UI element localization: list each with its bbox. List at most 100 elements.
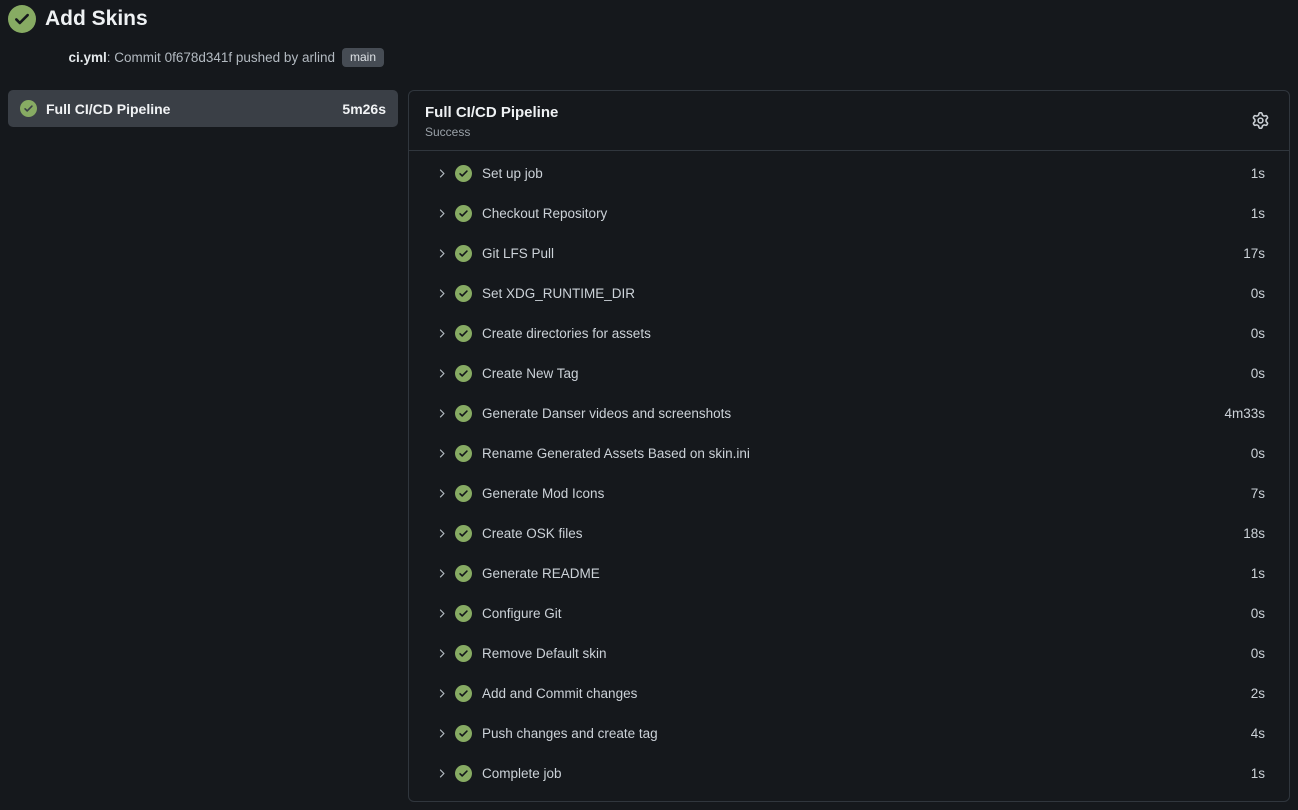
step-success-icon: [455, 645, 472, 662]
chevron-right-icon[interactable]: [435, 247, 448, 260]
run-subtitle: ci.yml: Commit 0f678d341f pushed by arli…: [46, 35, 1288, 80]
branch-badge[interactable]: main: [342, 48, 384, 67]
job-detail-header: Full CI/CD Pipeline Success: [409, 91, 1289, 151]
step-success-icon: [455, 725, 472, 742]
step-name: Create New Tag: [482, 366, 1251, 381]
step-name: Rename Generated Assets Based on skin.in…: [482, 446, 1251, 461]
step-success-icon: [455, 485, 472, 502]
commit-prefix: : Commit: [107, 50, 165, 65]
step-duration: 0s: [1251, 326, 1265, 341]
chevron-right-icon[interactable]: [435, 727, 448, 740]
step-duration: 0s: [1251, 366, 1265, 381]
job-options-button[interactable]: [1250, 110, 1271, 134]
chevron-right-icon[interactable]: [435, 567, 448, 580]
step-row[interactable]: Create OSK files 18s: [409, 513, 1289, 553]
chevron-right-icon[interactable]: [435, 367, 448, 380]
step-duration: 0s: [1251, 446, 1265, 461]
step-name: Set up job: [482, 166, 1251, 181]
commit-sha-link[interactable]: 0f678d341f: [165, 50, 233, 65]
chevron-right-icon[interactable]: [435, 527, 448, 540]
step-row[interactable]: Remove Default skin 0s: [409, 633, 1289, 673]
chevron-right-icon[interactable]: [435, 647, 448, 660]
step-row[interactable]: Configure Git 0s: [409, 593, 1289, 633]
step-duration: 18s: [1243, 526, 1265, 541]
chevron-right-icon[interactable]: [435, 767, 448, 780]
step-duration: 1s: [1251, 166, 1265, 181]
step-duration: 1s: [1251, 206, 1265, 221]
step-duration: 4m33s: [1224, 406, 1265, 421]
step-name: Remove Default skin: [482, 646, 1251, 661]
chevron-right-icon[interactable]: [435, 447, 448, 460]
steps-list: Set up job 1s Checkout Repository 1s G: [409, 151, 1289, 793]
job-detail-panel: Full CI/CD Pipeline Success Set up: [408, 90, 1290, 802]
step-row[interactable]: Complete job 1s: [409, 753, 1289, 793]
pushed-by-text: pushed by: [232, 50, 302, 65]
job-status-text: Success: [425, 125, 1250, 139]
step-success-icon: [455, 765, 472, 782]
step-row[interactable]: Generate Danser videos and screenshots 4…: [409, 393, 1289, 433]
step-name: Generate Danser videos and screenshots: [482, 406, 1224, 421]
job-duration: 5m26s: [342, 101, 386, 117]
job-success-icon: [20, 100, 37, 117]
run-success-icon: [8, 5, 36, 33]
step-duration: 4s: [1251, 726, 1265, 741]
step-success-icon: [455, 525, 472, 542]
step-row[interactable]: Generate Mod Icons 7s: [409, 473, 1289, 513]
step-duration: 0s: [1251, 606, 1265, 621]
author-link[interactable]: arlind: [302, 50, 335, 65]
jobs-sidebar: Full CI/CD Pipeline 5m26s: [8, 90, 398, 127]
step-row[interactable]: Rename Generated Assets Based on skin.in…: [409, 433, 1289, 473]
run-title: Add Skins: [45, 5, 148, 32]
step-row[interactable]: Checkout Repository 1s: [409, 193, 1289, 233]
step-success-icon: [455, 285, 472, 302]
step-success-icon: [455, 445, 472, 462]
step-success-icon: [455, 685, 472, 702]
step-name: Create OSK files: [482, 526, 1243, 541]
step-name: Push changes and create tag: [482, 726, 1251, 741]
workflow-file: ci.yml: [69, 50, 107, 65]
step-duration: 0s: [1251, 286, 1265, 301]
chevron-right-icon[interactable]: [435, 407, 448, 420]
step-name: Git LFS Pull: [482, 246, 1243, 261]
sidebar-job-full-pipeline[interactable]: Full CI/CD Pipeline 5m26s: [8, 90, 398, 127]
step-row[interactable]: Push changes and create tag 4s: [409, 713, 1289, 753]
chevron-right-icon[interactable]: [435, 167, 448, 180]
step-duration: 2s: [1251, 686, 1265, 701]
chevron-right-icon[interactable]: [435, 687, 448, 700]
chevron-right-icon[interactable]: [435, 207, 448, 220]
step-name: Checkout Repository: [482, 206, 1251, 221]
job-name: Full CI/CD Pipeline: [46, 101, 333, 117]
gear-icon: [1252, 112, 1269, 132]
step-name: Complete job: [482, 766, 1251, 781]
job-detail-title: Full CI/CD Pipeline: [425, 104, 1250, 121]
step-name: Set XDG_RUNTIME_DIR: [482, 286, 1251, 301]
step-duration: 17s: [1243, 246, 1265, 261]
step-row[interactable]: Set up job 1s: [409, 153, 1289, 193]
step-name: Generate Mod Icons: [482, 486, 1251, 501]
step-row[interactable]: Create New Tag 0s: [409, 353, 1289, 393]
step-success-icon: [455, 405, 472, 422]
step-row[interactable]: Generate README 1s: [409, 553, 1289, 593]
step-success-icon: [455, 605, 472, 622]
step-success-icon: [455, 205, 472, 222]
step-row[interactable]: Create directories for assets 0s: [409, 313, 1289, 353]
step-duration: 0s: [1251, 646, 1265, 661]
step-name: Generate README: [482, 566, 1251, 581]
chevron-right-icon[interactable]: [435, 287, 448, 300]
chevron-right-icon[interactable]: [435, 327, 448, 340]
chevron-right-icon[interactable]: [435, 487, 448, 500]
step-success-icon: [455, 565, 472, 582]
step-name: Create directories for assets: [482, 326, 1251, 341]
step-duration: 1s: [1251, 566, 1265, 581]
step-row[interactable]: Git LFS Pull 17s: [409, 233, 1289, 273]
run-header: Add Skins ci.yml: Commit 0f678d341f push…: [0, 0, 1298, 89]
step-success-icon: [455, 165, 472, 182]
step-success-icon: [455, 245, 472, 262]
chevron-right-icon[interactable]: [435, 607, 448, 620]
step-row[interactable]: Add and Commit changes 2s: [409, 673, 1289, 713]
step-duration: 1s: [1251, 766, 1265, 781]
step-row[interactable]: Set XDG_RUNTIME_DIR 0s: [409, 273, 1289, 313]
step-name: Add and Commit changes: [482, 686, 1251, 701]
step-success-icon: [455, 325, 472, 342]
step-success-icon: [455, 365, 472, 382]
